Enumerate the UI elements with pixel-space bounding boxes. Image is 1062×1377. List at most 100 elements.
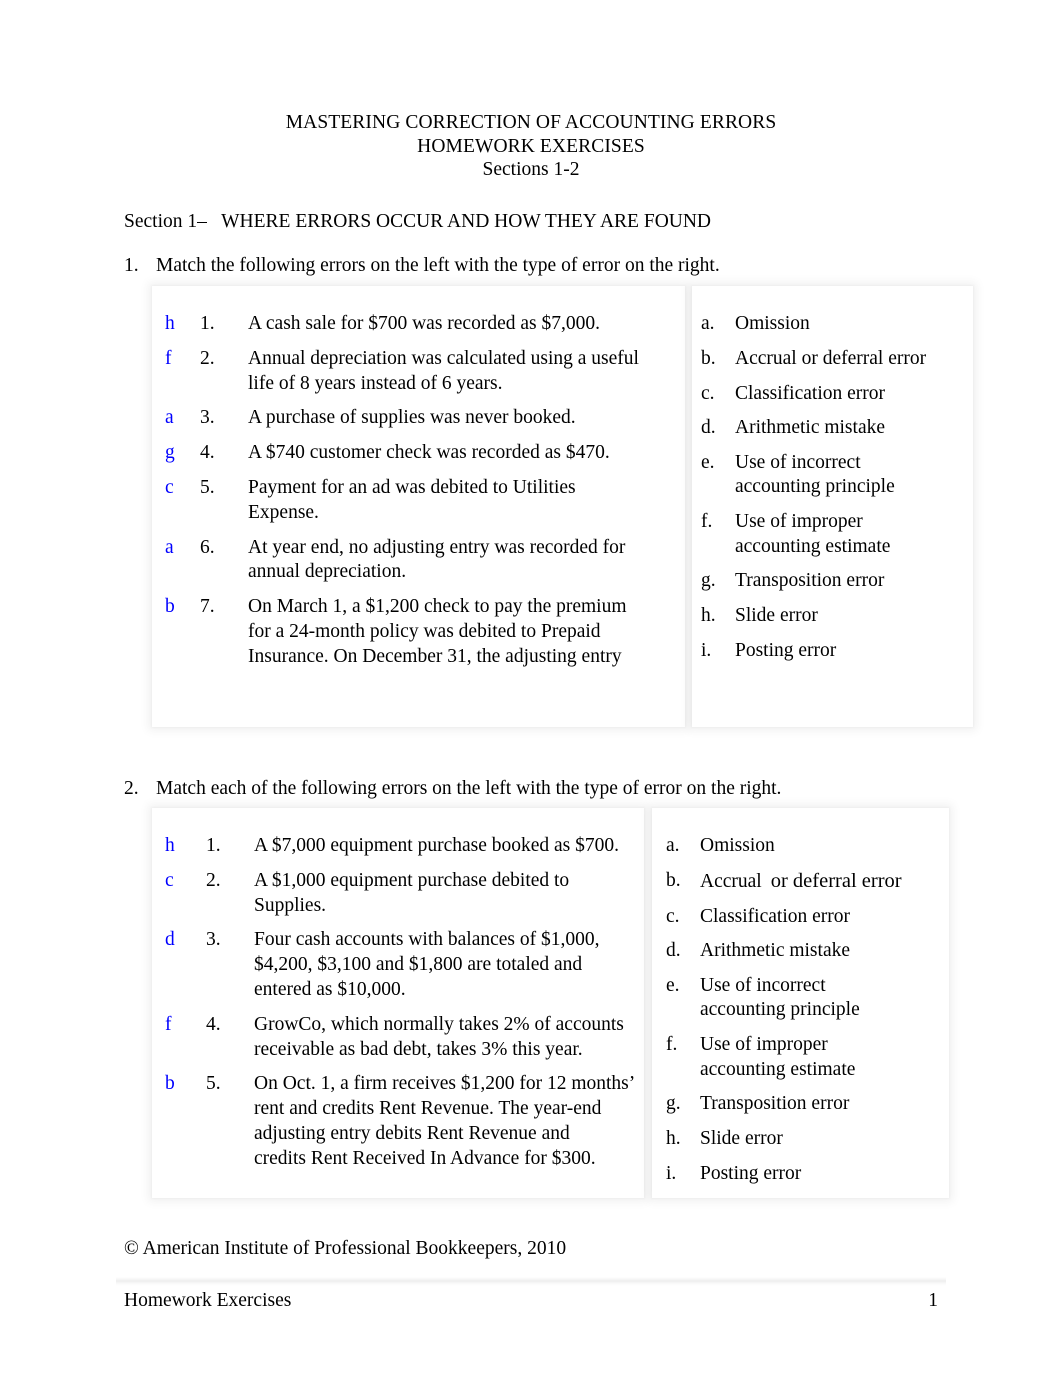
- exercise-1-prompt: 1. Match the following errors on the left…: [124, 255, 720, 277]
- error-type-label: Accrual or deferral error: [735, 347, 927, 369]
- error-type-item: a. Omission: [666, 834, 949, 858]
- error-body: 2. A $1,000 equipment purchase debited to…: [206, 869, 644, 919]
- error-item: f 2. Annual depreciation was calculated us…: [152, 347, 685, 397]
- error-item-text: A $1,000 equipment purchase debited to S…: [254, 869, 570, 916]
- error-item-text: A $7,000 equipment purchase booked as $7…: [254, 835, 620, 856]
- error-item: a 3. A purchase of supplies was never book…: [152, 406, 685, 431]
- error-type-letter: e.: [701, 452, 715, 474]
- error-item-number: 2.: [200, 347, 215, 369]
- error-item-number: 6.: [200, 536, 215, 558]
- error-item-text: Payment for an ad was debited to Utiliti…: [248, 476, 576, 523]
- error-type-label: Posting error: [735, 639, 837, 661]
- error-body: 3. A purchase of supplies was never booke…: [200, 406, 685, 431]
- error-type-label: Use of improper accounting estimate: [735, 511, 891, 557]
- error-item-number: 5.: [206, 1073, 221, 1095]
- error-answer-letter[interactable]: b: [152, 595, 200, 620]
- error-type-label: Use of improper accounting estimate: [700, 1034, 856, 1080]
- page-title-line-1: MASTERING CORRECTION OF ACCOUNTING ERROR…: [285, 112, 777, 133]
- error-type-letter: d.: [701, 417, 716, 439]
- error-item-text: A $740 customer check was recorded as $4…: [248, 442, 610, 464]
- error-type-label: Omission: [735, 313, 810, 334]
- error-type-letter: a.: [701, 313, 715, 334]
- page-title-line-2: HOMEWORK EXERCISES: [417, 135, 645, 157]
- error-type-letter: g.: [701, 570, 716, 592]
- error-type-letter: f.: [701, 511, 713, 533]
- error-item: b 5. On Oct. 1, a firm receives $1,200 for…: [152, 1072, 644, 1171]
- error-type-label: Slide error: [735, 605, 818, 627]
- error-answer-letter[interactable]: c: [152, 869, 206, 894]
- error-type-item: h. Slide error: [701, 604, 973, 628]
- error-item: c 2. A $1,000 equipment purchase debited t…: [152, 869, 644, 919]
- error-body: 2. Annual depreciation was calculated usi…: [200, 347, 685, 397]
- page-title-sections: Sections 1-2: [482, 159, 580, 180]
- error-answer-letter[interactable]: f: [152, 1013, 206, 1038]
- error-type-label-part-a: Accrual: [700, 870, 762, 892]
- error-type-item: b. Accrual or deferral error: [666, 869, 949, 894]
- error-type-label: Classification error: [700, 905, 850, 927]
- exercise-2-errors-panel: h 1. A $7,000 equipment purchase booked as…: [152, 808, 644, 1198]
- error-item-text: GrowCo, which normally takes 2% of accou…: [254, 1013, 624, 1060]
- error-answer-letter[interactable]: f: [152, 347, 200, 372]
- error-type-letter: b.: [666, 869, 681, 891]
- error-answer-letter[interactable]: c: [152, 476, 200, 501]
- error-item-number: 4.: [200, 442, 215, 464]
- error-type-item: g. Transposition error: [701, 569, 973, 593]
- exercise-1-prompt-text: Match the following errors on the left w…: [156, 255, 720, 276]
- error-body: 4. GrowCo, which normally takes 2% of acc…: [206, 1013, 644, 1063]
- error-item-number: 5.: [200, 476, 215, 498]
- error-type-item: e. Use of incorrect accounting principle: [666, 974, 949, 1023]
- error-type-label: Classification error: [735, 382, 885, 404]
- error-type-item: f. Use of improper accounting estimate: [666, 1033, 949, 1082]
- error-item: c 5. Payment for an ad was debited to Util…: [152, 476, 685, 526]
- error-item-number: 3.: [206, 929, 221, 951]
- error-answer-letter[interactable]: h: [152, 312, 200, 337]
- error-body: 3. Four cash accounts with balances of $1…: [206, 928, 644, 1002]
- error-type-label: Omission: [700, 835, 775, 856]
- error-type-label-part-b: or deferral error: [770, 869, 902, 892]
- error-answer-letter[interactable]: d: [152, 928, 206, 953]
- error-type-letter: c.: [666, 905, 680, 927]
- error-body: 7. On March 1, a $1,200 check to pay the …: [200, 595, 685, 669]
- error-item-text: Four cash accounts with balances of $1,0…: [254, 929, 600, 1000]
- error-type-item: h. Slide error: [666, 1127, 949, 1151]
- error-item: a 6. At year end, no adjusting entry was r…: [152, 536, 685, 586]
- document-title-block: MASTERING CORRECTION OF ACCOUNTING ERROR…: [0, 111, 1062, 182]
- error-type-item: b. Accrual or deferral error: [701, 347, 973, 371]
- error-body: 5. On Oct. 1, a firm receives $1,200 for …: [206, 1072, 644, 1171]
- footer-divider: [116, 1277, 946, 1286]
- exercise-2-number: 2.: [124, 778, 139, 799]
- section-heading: Section 1– WHERE ERRORS OCCUR AND HOW TH…: [124, 211, 712, 232]
- error-type-label: Use of incorrect accounting principle: [735, 452, 895, 498]
- error-answer-letter[interactable]: a: [152, 536, 200, 561]
- error-item: g 4. A $740 customer check was recorded as…: [152, 441, 685, 466]
- page-footer: Homework Exercises 1: [124, 1290, 938, 1312]
- exercise-1-number: 1.: [124, 255, 139, 276]
- error-item-number: 2.: [206, 869, 221, 891]
- error-answer-letter[interactable]: b: [152, 1072, 206, 1097]
- error-type-item: i. Posting error: [666, 1162, 949, 1186]
- error-type-label: Transposition error: [735, 570, 885, 592]
- error-type-item: d. Arithmetic mistake: [666, 939, 949, 963]
- footer-page-number: 1: [928, 1290, 938, 1311]
- error-type-letter: h.: [666, 1128, 681, 1150]
- error-item-text: On March 1, a $1,200 check to pay the pr…: [248, 596, 627, 667]
- error-type-label: Use of incorrect accounting principle: [700, 975, 860, 1021]
- copyright-notice: © American Institute of Professional Boo…: [124, 1238, 567, 1259]
- error-item-text: Annual depreciation was calculated using…: [248, 347, 639, 394]
- exercise-1-errors-panel: h 1. A cash sale for $700 was recorded as …: [152, 286, 685, 727]
- error-item: f 4. GrowCo, which normally takes 2% of ac…: [152, 1013, 644, 1063]
- error-type-label: Arithmetic mistake: [700, 940, 851, 962]
- error-type-item: c. Classification error: [701, 382, 973, 406]
- error-type-letter: i.: [666, 1162, 677, 1184]
- error-item: h 1. A cash sale for $700 was recorded as …: [152, 312, 685, 337]
- error-answer-letter[interactable]: a: [152, 406, 200, 431]
- error-type-letter: d.: [666, 940, 681, 962]
- error-answer-letter[interactable]: h: [152, 834, 206, 859]
- error-item: d 3. Four cash accounts with balances of $…: [152, 928, 644, 1002]
- error-body: 6. At year end, no adjusting entry was re…: [200, 536, 685, 586]
- error-type-letter: i.: [701, 639, 712, 661]
- error-answer-letter[interactable]: g: [152, 441, 200, 466]
- error-type-letter: c.: [701, 382, 715, 404]
- error-type-item: e. Use of incorrect accounting principle: [701, 451, 973, 500]
- exercise-1-error-list: h 1. A cash sale for $700 was recorded as …: [152, 286, 685, 680]
